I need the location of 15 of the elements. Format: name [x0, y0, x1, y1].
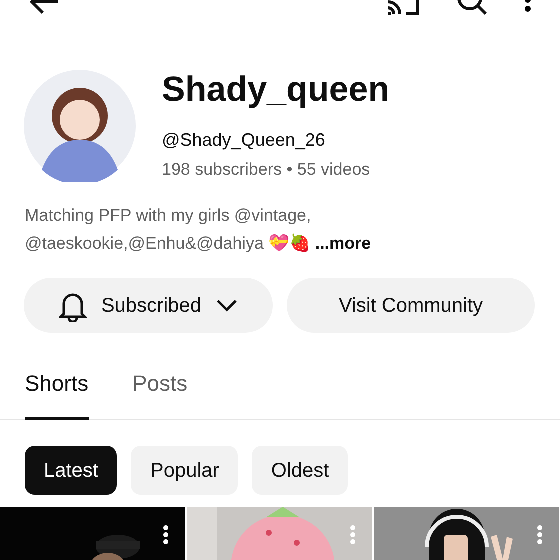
more-link[interactable]: ...more	[315, 234, 372, 253]
channel-name: Shady_queen	[162, 70, 390, 110]
channel-description: Matching PFP with my girls @vintage, @taeskookie,@Enhu&@dahiya 💝🍓 ...more	[24, 205, 372, 255]
tab[interactable]: Posts	[132, 367, 188, 420]
channel-handle: @Shady_Queen_26	[162, 129, 326, 152]
filter-chip[interactable]: Latest	[25, 446, 118, 495]
filter-chip[interactable]: Popular	[131, 446, 238, 495]
more-options-icon[interactable]	[163, 525, 169, 545]
subscribed-button[interactable]: Subscribed	[24, 278, 273, 333]
visit-community-button[interactable]: Visit Community	[287, 278, 535, 333]
chevron-down-icon	[216, 298, 238, 312]
channel-stats: 198 subscribers • 55 videos	[162, 159, 372, 181]
avatar-icon	[24, 70, 136, 182]
tab[interactable]: Shorts	[25, 367, 89, 420]
filter-chip[interactable]: Oldest	[252, 446, 348, 495]
